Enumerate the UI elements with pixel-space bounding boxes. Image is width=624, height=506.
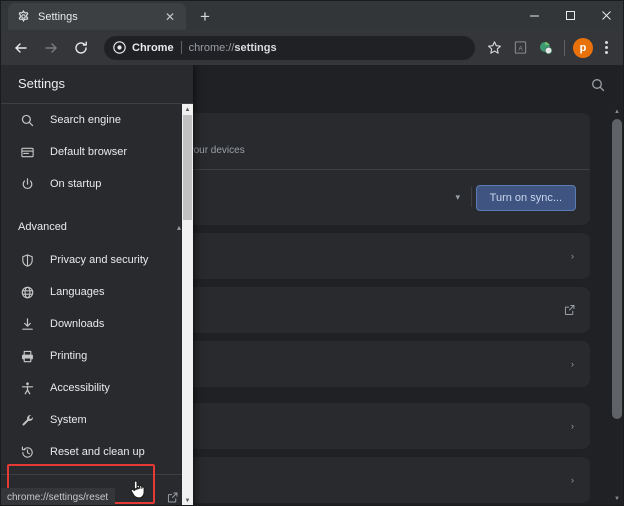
omnibox-chip-label: Chrome (132, 41, 174, 54)
browser-toolbar: Chrome chrome://settings A p (0, 30, 624, 65)
settings-drawer: Settings Search engine Default browser O… (0, 65, 193, 506)
sidebar-item-label: Default browser (50, 146, 128, 158)
maximize-button[interactable] (552, 0, 588, 30)
gear-icon (16, 10, 30, 24)
extension-icon[interactable] (534, 36, 558, 60)
sidebar-item-label: On startup (50, 178, 102, 190)
window-controls (516, 0, 624, 30)
sidebar-item-label: Languages (50, 286, 105, 298)
sidebar-item-label: Reset and clean up (50, 446, 145, 458)
search-icon (18, 111, 36, 129)
settings-nav-list: Search engine Default browser On startup… (0, 104, 193, 506)
settings-page: e e across your devices y com ▾ Turn on … (0, 65, 624, 506)
wrench-icon (18, 411, 36, 429)
sidebar-item-label: Downloads (50, 318, 105, 330)
settings-row-privacy[interactable]: › (132, 341, 590, 387)
omnibox-separator (180, 41, 182, 54)
search-icon[interactable] (590, 77, 606, 93)
star-icon[interactable] (482, 36, 506, 60)
new-tab-button[interactable]: + (192, 3, 218, 29)
reload-button[interactable] (68, 35, 94, 61)
omnibox-url-prefix: chrome:// (188, 41, 235, 54)
scroll-down-icon[interactable]: ▼ (182, 495, 193, 506)
accessibility-icon (18, 379, 36, 397)
browser-window: Settings ✕ + Chrome chrome://settings A … (0, 0, 624, 506)
chrome-logo-icon (112, 41, 126, 55)
settings-row-safety-check[interactable]: t (132, 287, 590, 333)
status-bar: chrome://settings/reset (0, 488, 116, 506)
sidebar-item-label: Printing (50, 350, 88, 362)
sidebar-item-label: System (50, 414, 87, 426)
omnibox-url-bold: settings (234, 41, 277, 54)
sidebar-item-label: Accessibility (50, 382, 110, 394)
sync-account-row: y com ▾ Turn on sync... (132, 169, 590, 225)
page-title: Settings (18, 76, 65, 91)
close-icon[interactable]: ✕ (162, 9, 178, 25)
close-button[interactable] (588, 0, 624, 30)
sync-card: e e across your devices y com ▾ Turn on … (132, 113, 590, 225)
chevron-down-icon[interactable]: ▾ (455, 192, 460, 203)
chevron-up-icon[interactable]: ▴ (177, 223, 181, 232)
globe-icon (18, 283, 36, 301)
sidebar-item-accessibility[interactable]: Accessibility (0, 372, 193, 404)
sidebar-item-search-engine[interactable]: Search engine (0, 104, 193, 136)
omnibox-url: chrome://settings (189, 42, 277, 54)
sidebar-item-label: Search engine (50, 114, 121, 126)
drawer-scrollbar-thumb[interactable] (183, 115, 192, 220)
restore-icon (18, 443, 36, 461)
sidebar-item-default-browser[interactable]: Default browser (0, 136, 193, 168)
sidebar-section-advanced[interactable]: Advanced ▴ (0, 210, 193, 244)
content-scrollbar[interactable]: ▲ ▼ (610, 105, 624, 506)
printer-icon (18, 347, 36, 365)
browser-window-icon (18, 143, 36, 161)
sidebar-item-privacy-and-security[interactable]: Privacy and security (0, 244, 193, 276)
power-icon (18, 175, 36, 193)
open-in-new-icon[interactable] (563, 304, 576, 317)
minimize-button[interactable] (516, 0, 552, 30)
chevron-right-icon[interactable]: › (571, 421, 574, 431)
download-icon (18, 315, 36, 333)
sidebar-item-label: Privacy and security (50, 254, 149, 266)
forward-button[interactable] (38, 35, 64, 61)
scroll-up-icon[interactable]: ▲ (182, 104, 193, 115)
shield-icon (18, 251, 36, 269)
open-in-new-icon[interactable] (166, 491, 179, 504)
sidebar-item-downloads[interactable]: Downloads (0, 308, 193, 340)
settings-row-appearance[interactable]: › (132, 457, 590, 503)
chevron-right-icon[interactable]: › (571, 475, 574, 485)
nav-divider (0, 474, 193, 475)
toolbar-separator (564, 39, 565, 56)
scroll-up-icon[interactable]: ▲ (610, 105, 624, 119)
settings-row-autofill[interactable]: › (132, 233, 590, 279)
sidebar-item-reset-and-clean-up[interactable]: Reset and clean up (0, 436, 193, 468)
turn-on-sync-button[interactable]: Turn on sync... (475, 185, 576, 211)
drawer-scrollbar[interactable]: ▲ ▼ (182, 104, 193, 506)
pdf-extension-icon[interactable]: A (508, 36, 532, 60)
address-bar[interactable]: Chrome chrome://settings (104, 35, 475, 60)
settings-row-site-settings[interactable]: gs › (132, 403, 590, 449)
browser-tab-settings[interactable]: Settings ✕ (8, 3, 186, 30)
three-dot-menu-icon[interactable] (596, 36, 616, 60)
back-button[interactable] (8, 35, 34, 61)
avatar[interactable]: p (573, 37, 593, 58)
sidebar-item-on-startup[interactable]: On startup (0, 168, 193, 200)
chevron-right-icon[interactable]: › (571, 251, 574, 261)
content-scrollbar-thumb[interactable] (612, 119, 622, 419)
sidebar-item-printing[interactable]: Printing (0, 340, 193, 372)
scroll-down-icon[interactable]: ▼ (610, 492, 624, 506)
tab-title: Settings (38, 10, 78, 23)
sidebar-item-system[interactable]: System (0, 404, 193, 436)
sync-row-divider (471, 187, 472, 207)
sidebar-section-label: Advanced (18, 221, 67, 233)
svg-text:A: A (518, 45, 523, 52)
sidebar-item-languages[interactable]: Languages (0, 276, 193, 308)
chevron-right-icon[interactable]: › (571, 359, 574, 369)
